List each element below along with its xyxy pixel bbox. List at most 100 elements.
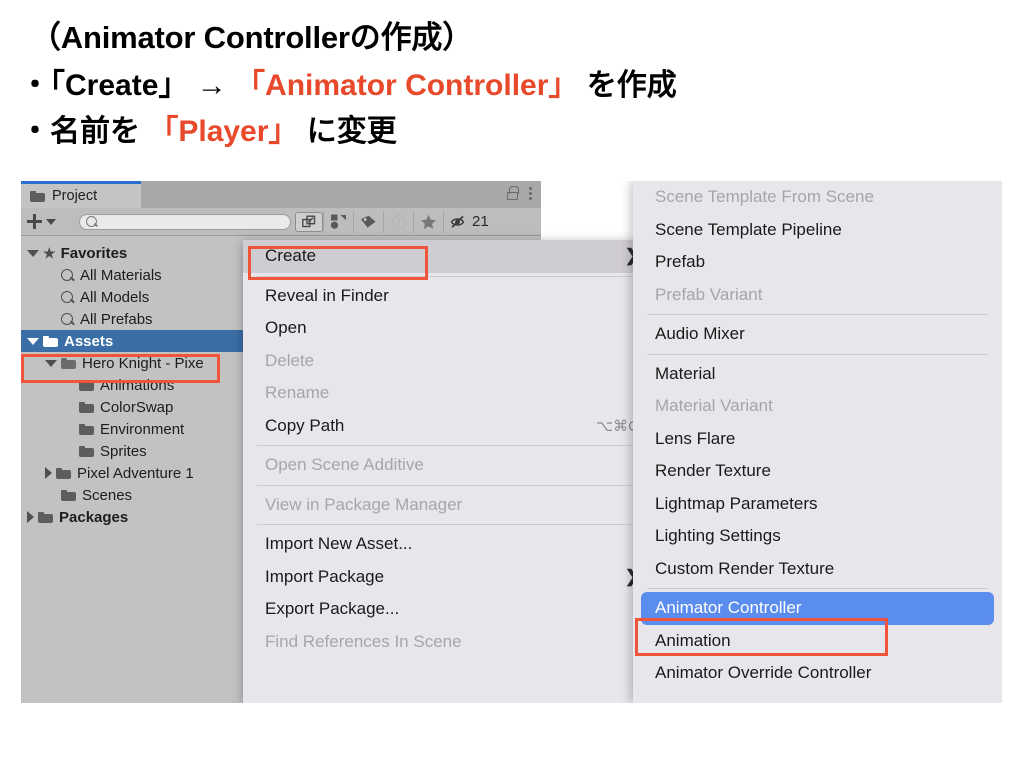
twisty-expanded-icon[interactable] — [27, 337, 39, 345]
submenu-item-animation[interactable]: Animation — [633, 625, 1002, 658]
menu-item-label: Copy Path — [265, 415, 345, 435]
bullet-1-pre: ・「Create」 → — [20, 69, 236, 102]
search-input-wrapper[interactable] — [79, 213, 291, 230]
tab-project[interactable]: Project — [21, 181, 141, 208]
menu-item-label: Import Package — [265, 566, 385, 586]
folder-icon — [79, 445, 94, 457]
tree-row-label: All Models — [80, 288, 150, 306]
menu-item-import-new-asset[interactable]: Import New Asset... — [243, 528, 655, 561]
kebab-menu-icon[interactable] — [529, 185, 533, 201]
folder-icon — [30, 190, 45, 202]
add-asset-button[interactable] — [21, 214, 75, 229]
folder-icon — [61, 489, 76, 501]
submenu-item-label: Animator Controller — [655, 598, 802, 618]
menu-item-label: Reveal in Finder — [265, 285, 389, 305]
menu-item-label: Delete — [265, 350, 315, 370]
context-menu[interactable]: Create ❯ Reveal in Finder Open Delete Rename C… — [243, 240, 655, 703]
submenu-item-label: Material Variant — [655, 396, 773, 416]
menu-item-label: Open — [265, 318, 307, 338]
submenu-item-lighting-settings[interactable]: Lighting Settings — [633, 520, 1002, 553]
menu-separator — [257, 524, 641, 525]
submenu-item-lens-flare[interactable]: Lens Flare — [633, 423, 1002, 456]
twisty-collapsed-icon[interactable] — [27, 511, 34, 523]
submenu-item-scene-template-from-scene: Scene Template From Scene — [633, 181, 1002, 214]
submenu-item-label: Animator Override Controller — [655, 663, 872, 683]
twisty-collapsed-icon[interactable] — [45, 467, 52, 479]
submenu-separator — [647, 588, 988, 589]
menu-item-export-package[interactable]: Export Package... — [243, 593, 655, 626]
menu-item-label: Create — [265, 246, 317, 266]
submenu-item-prefab-variant: Prefab Variant — [633, 279, 1002, 312]
panel-header-controls — [507, 185, 533, 201]
submenu-item-render-texture[interactable]: Render Texture — [633, 455, 1002, 488]
submenu-item-label: Lightmap Parameters — [655, 493, 818, 513]
create-submenu[interactable]: Scene Template From Scene Scene Template … — [633, 181, 1002, 703]
tree-row-label: All Materials — [80, 266, 162, 284]
tree-row-label: Pixel Adventure 1 — [77, 464, 194, 482]
submenu-item-animator-controller[interactable]: Animator Controller — [641, 592, 994, 625]
submenu-item-label: Lighting Settings — [655, 526, 781, 546]
filter-by-type-icon[interactable] — [323, 210, 353, 233]
submenu-item-label: Prefab Variant — [655, 284, 763, 304]
search-icon — [61, 269, 73, 281]
menu-item-copy-path[interactable]: Copy Path ⌥⌘C — [243, 410, 655, 443]
menu-item-find-references-in-scene: Find References In Scene — [243, 626, 655, 659]
open-in-new-window-icon[interactable] — [295, 211, 323, 232]
favorites-filter-icon[interactable] — [413, 210, 443, 233]
slide-root: （Animator Controllerの作成） ・「Create」 → 「An… — [0, 0, 1024, 768]
menu-separator — [257, 484, 641, 486]
submenu-item-prefab[interactable]: Prefab — [633, 246, 1002, 279]
menu-item-view-in-package-manager: View in Package Manager — [243, 489, 655, 522]
unity-screenshot: Project 21 ★ Favorites All Materials All… — [21, 181, 1002, 703]
hidden-items-icon[interactable]: 21 — [443, 210, 495, 233]
search-input[interactable] — [97, 214, 279, 229]
filter-by-label-icon[interactable] — [353, 210, 383, 233]
submenu-item-lightmap-parameters[interactable]: Lightmap Parameters — [633, 488, 1002, 521]
menu-item-create[interactable]: Create ❯ — [243, 240, 655, 273]
menu-separator — [257, 275, 641, 277]
search-icon — [61, 291, 73, 303]
tree-row-label: All Prefabs — [80, 310, 153, 328]
bullet-2-post: に変更 — [298, 115, 397, 148]
submenu-item-animator-override-controller[interactable]: Animator Override Controller — [633, 657, 1002, 690]
tab-project-label: Project — [52, 188, 98, 204]
submenu-item-scene-template-pipeline[interactable]: Scene Template Pipeline — [633, 214, 1002, 247]
menu-item-delete: Delete — [243, 345, 655, 378]
menu-item-label: View in Package Manager — [265, 494, 463, 514]
lock-icon[interactable] — [507, 186, 519, 200]
submenu-item-label: Scene Template Pipeline — [655, 219, 842, 239]
menu-item-reveal-in-finder[interactable]: Reveal in Finder — [243, 280, 655, 313]
submenu-item-custom-render-texture[interactable]: Custom Render Texture — [633, 553, 1002, 586]
menu-item-open[interactable]: Open — [243, 312, 655, 345]
submenu-item-material[interactable]: Material — [633, 358, 1002, 391]
bullet-1-accent: 「Animator Controller」 — [235, 69, 579, 102]
twisty-expanded-icon[interactable] — [27, 249, 39, 257]
star-icon: ★ — [43, 244, 56, 261]
menu-item-label: Export Package... — [265, 599, 400, 619]
tree-row-label: Assets — [64, 332, 114, 350]
folder-open-icon — [61, 357, 76, 369]
submenu-item-label: Prefab — [655, 252, 706, 272]
slide-heading: （Animator Controllerの作成） — [30, 20, 473, 55]
folder-icon — [38, 511, 53, 523]
warning-filter-icon[interactable] — [383, 210, 413, 233]
plus-icon — [27, 214, 42, 229]
menu-item-label: Find References In Scene — [265, 631, 462, 651]
search-icon — [61, 313, 73, 325]
menu-item-label: Open Scene Additive — [265, 455, 424, 475]
twisty-expanded-icon[interactable] — [45, 359, 57, 367]
folder-icon — [79, 401, 94, 413]
tree-row-label: Animations — [100, 376, 175, 394]
submenu-item-label: Custom Render Texture — [655, 558, 835, 578]
tree-row-label: Favorites — [60, 244, 128, 262]
submenu-item-label: Lens Flare — [655, 428, 736, 448]
project-toolbar: 21 — [21, 208, 541, 236]
tree-row-label: Packages — [59, 508, 129, 526]
slide-bullet-1: ・「Create」 → 「Animator Controller」 を作成 — [20, 60, 677, 104]
menu-item-import-package[interactable]: Import Package ❯ — [243, 561, 655, 594]
submenu-item-label: Material — [655, 363, 716, 383]
tree-row-label: ColorSwap — [100, 398, 174, 416]
menu-item-label: Rename — [265, 383, 330, 403]
submenu-item-audio-mixer[interactable]: Audio Mixer — [633, 318, 1002, 351]
submenu-item-label: Audio Mixer — [655, 324, 745, 344]
